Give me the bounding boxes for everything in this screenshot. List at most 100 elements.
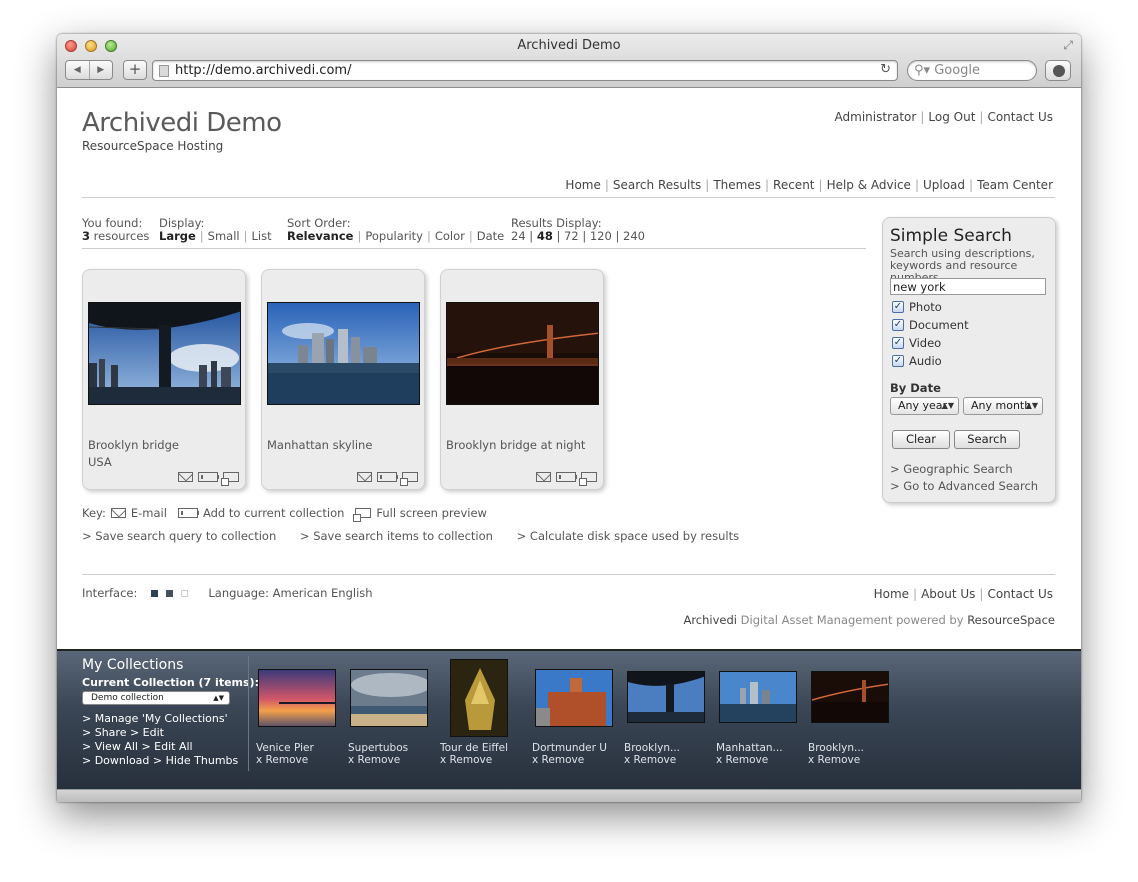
- remove-link[interactable]: x Remove: [808, 754, 860, 766]
- year-select[interactable]: Any year ▲▼: [890, 397, 959, 415]
- full-screen-preview-icon[interactable]: [221, 472, 239, 486]
- display-small[interactable]: Small: [208, 229, 240, 243]
- sort-date[interactable]: Date: [477, 229, 505, 243]
- save-items-link[interactable]: > Save search items to collection: [300, 529, 493, 543]
- search-input[interactable]: [890, 278, 1046, 295]
- month-select[interactable]: Any month ▲▼: [963, 397, 1043, 415]
- result-card[interactable]: Manhattan skyline: [261, 269, 425, 490]
- administrator-link[interactable]: Administrator: [835, 110, 917, 124]
- nav-recent[interactable]: Recent: [773, 178, 814, 192]
- nav-help[interactable]: Help & Advice: [827, 178, 911, 192]
- address-bar[interactable]: http://demo.archivedi.com/ ↻: [152, 60, 898, 81]
- per-page-120[interactable]: 120: [590, 229, 612, 243]
- result-card[interactable]: Brooklyn bridge USA: [82, 269, 246, 490]
- display-list[interactable]: List: [252, 229, 272, 243]
- collection-item-name[interactable]: Supertubos: [348, 742, 408, 754]
- collection-thumbnail[interactable]: [627, 671, 705, 723]
- video-checkbox[interactable]: ✓ Video: [892, 336, 941, 350]
- advanced-search-link[interactable]: > Go to Advanced Search: [890, 479, 1038, 493]
- result-thumbnail[interactable]: [446, 302, 599, 405]
- per-page-24[interactable]: 24: [511, 229, 526, 243]
- photo-checkbox[interactable]: ✓ Photo: [892, 300, 942, 314]
- fullscreen-icon[interactable]: ⤢: [1063, 38, 1073, 53]
- per-page-240[interactable]: 240: [623, 229, 645, 243]
- collection-thumbnail[interactable]: [811, 671, 889, 723]
- result-thumbnail[interactable]: [88, 302, 241, 405]
- view-edit-all-links[interactable]: > View All > Edit All: [82, 740, 193, 753]
- collection-thumbnail[interactable]: [450, 659, 508, 737]
- add-to-collection-icon[interactable]: [556, 472, 577, 482]
- collection-item-name[interactable]: Manhattan...: [716, 742, 783, 754]
- powered-brand-link[interactable]: Archivedi: [683, 613, 737, 627]
- site-title[interactable]: Archivedi Demo: [82, 108, 282, 138]
- download-hide-links[interactable]: > Download > Hide Thumbs: [82, 754, 238, 767]
- footer-contact-link[interactable]: Contact Us: [987, 587, 1053, 601]
- language-label[interactable]: Language: American English: [208, 586, 372, 600]
- remove-link[interactable]: x Remove: [716, 754, 768, 766]
- nav-themes[interactable]: Themes: [713, 178, 761, 192]
- email-icon[interactable]: [357, 472, 372, 482]
- result-title[interactable]: Brooklyn bridge at night: [446, 438, 585, 452]
- document-checkbox[interactable]: ✓ Document: [892, 318, 969, 332]
- email-icon[interactable]: [536, 472, 551, 482]
- collections-title[interactable]: My Collections: [82, 657, 183, 673]
- collection-thumbnail[interactable]: [719, 671, 797, 723]
- browser-search-input[interactable]: ⚲▾ Google: [907, 60, 1037, 81]
- remove-link[interactable]: x Remove: [532, 754, 584, 766]
- theme-swatch[interactable]: [151, 589, 159, 597]
- nav-upload[interactable]: Upload: [923, 178, 965, 192]
- disk-space-link[interactable]: > Calculate disk space used by results: [517, 529, 739, 543]
- contact-link[interactable]: Contact Us: [987, 110, 1053, 124]
- save-query-link[interactable]: > Save search query to collection: [82, 529, 276, 543]
- checkbox-checked-icon[interactable]: ✓: [892, 319, 904, 331]
- collection-item-name[interactable]: Dortmunder U: [532, 742, 607, 754]
- sort-color[interactable]: Color: [435, 229, 465, 243]
- per-page-48[interactable]: 48: [537, 229, 553, 243]
- add-bookmark-button[interactable]: +: [123, 60, 147, 80]
- nav-search-results[interactable]: Search Results: [613, 178, 701, 192]
- audio-checkbox[interactable]: ✓ Audio: [892, 354, 942, 368]
- theme-swatch[interactable]: [166, 589, 174, 597]
- nav-team-center[interactable]: Team Center: [977, 178, 1053, 192]
- share-edit-links[interactable]: > Share > Edit: [82, 726, 164, 739]
- manage-collections-link[interactable]: > Manage 'My Collections': [82, 712, 228, 725]
- result-title[interactable]: Manhattan skyline: [267, 438, 372, 452]
- theme-swatch[interactable]: [181, 589, 189, 597]
- full-screen-preview-icon[interactable]: [400, 472, 418, 486]
- remove-link[interactable]: x Remove: [624, 754, 676, 766]
- forward-icon[interactable]: ▶: [90, 61, 113, 79]
- sort-popularity[interactable]: Popularity: [365, 229, 423, 243]
- url-text[interactable]: http://demo.archivedi.com/: [175, 63, 351, 78]
- geographic-search-link[interactable]: > Geographic Search: [890, 462, 1013, 476]
- remove-link[interactable]: x Remove: [440, 754, 492, 766]
- add-to-collection-icon[interactable]: [377, 472, 398, 482]
- downloads-button[interactable]: [1045, 60, 1071, 81]
- checkbox-checked-icon[interactable]: ✓: [892, 355, 904, 367]
- collection-item-name[interactable]: Venice Pier: [256, 742, 314, 754]
- collection-thumbnail[interactable]: [350, 669, 428, 727]
- nav-home[interactable]: Home: [565, 178, 600, 192]
- display-large[interactable]: Large: [159, 229, 196, 243]
- footer-home-link[interactable]: Home: [874, 587, 909, 601]
- result-title[interactable]: Brooklyn bridge: [88, 438, 179, 452]
- collection-item-name[interactable]: Brooklyn...: [624, 742, 680, 754]
- add-to-collection-icon[interactable]: [198, 472, 219, 482]
- per-page-72[interactable]: 72: [564, 229, 579, 243]
- resourcespace-link[interactable]: ResourceSpace: [967, 613, 1055, 627]
- checkbox-checked-icon[interactable]: ✓: [892, 337, 904, 349]
- logout-link[interactable]: Log Out: [928, 110, 975, 124]
- checkbox-checked-icon[interactable]: ✓: [892, 301, 904, 313]
- back-icon[interactable]: ◀: [66, 61, 90, 79]
- collection-thumbnail[interactable]: [258, 669, 336, 727]
- full-screen-preview-icon[interactable]: [579, 472, 597, 486]
- search-button[interactable]: Search: [954, 430, 1020, 449]
- reload-icon[interactable]: ↻: [880, 62, 891, 77]
- result-card[interactable]: Brooklyn bridge at night: [440, 269, 604, 490]
- remove-link[interactable]: x Remove: [256, 754, 308, 766]
- collection-thumbnail[interactable]: [535, 669, 613, 727]
- footer-about-link[interactable]: About Us: [921, 587, 975, 601]
- collection-item-name[interactable]: Tour de Eiffel: [440, 742, 508, 754]
- email-icon[interactable]: [178, 472, 193, 482]
- collection-item-name[interactable]: Brooklyn...: [808, 742, 864, 754]
- collection-select[interactable]: Demo collection ▲▼: [82, 691, 230, 705]
